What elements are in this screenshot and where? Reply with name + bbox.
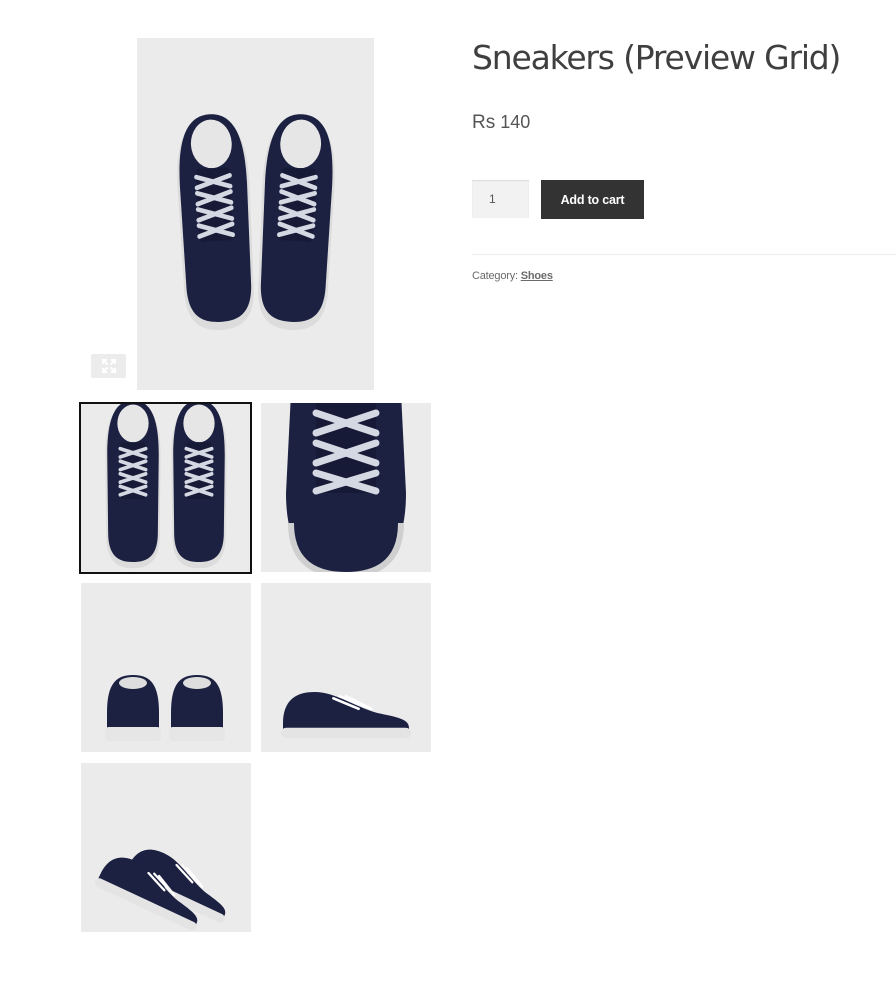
- product-price: Rs 140: [472, 112, 530, 134]
- back-view-thumbnail-image: [105, 675, 225, 741]
- price-currency: Rs: [472, 112, 496, 133]
- gallery-zoom-button[interactable]: [91, 354, 126, 378]
- category-link-shoes[interactable]: Shoes: [521, 270, 553, 282]
- expand-icon: [101, 359, 116, 373]
- quantity-input[interactable]: [472, 180, 529, 218]
- gallery-thumbnail-top-view[interactable]: [79, 402, 252, 574]
- top-view-thumbnail-image: [103, 404, 229, 571]
- gallery-thumbnail-laces-closeup[interactable]: [261, 403, 431, 572]
- summary-divider: [472, 254, 896, 255]
- category-label: Category:: [472, 270, 518, 282]
- add-to-cart-button[interactable]: Add to cart: [541, 180, 644, 219]
- product-meta: Category: Shoes: [472, 270, 553, 282]
- side-view-thumbnail-image: [279, 690, 413, 740]
- laces-closeup-thumbnail-image: [286, 403, 406, 572]
- angled-pair-thumbnail-image: [92, 839, 241, 932]
- gallery-thumbnail-angled-pair-view[interactable]: [81, 763, 251, 932]
- gallery-thumbnail-side-view[interactable]: [261, 583, 431, 752]
- price-amount: 140: [500, 112, 531, 132]
- gallery-thumbnail-back-view[interactable]: [81, 583, 251, 752]
- product-main-image[interactable]: [137, 38, 374, 390]
- sneakers-top-view-image: [137, 38, 374, 390]
- product-title: Sneakers (Preview Grid): [472, 38, 841, 77]
